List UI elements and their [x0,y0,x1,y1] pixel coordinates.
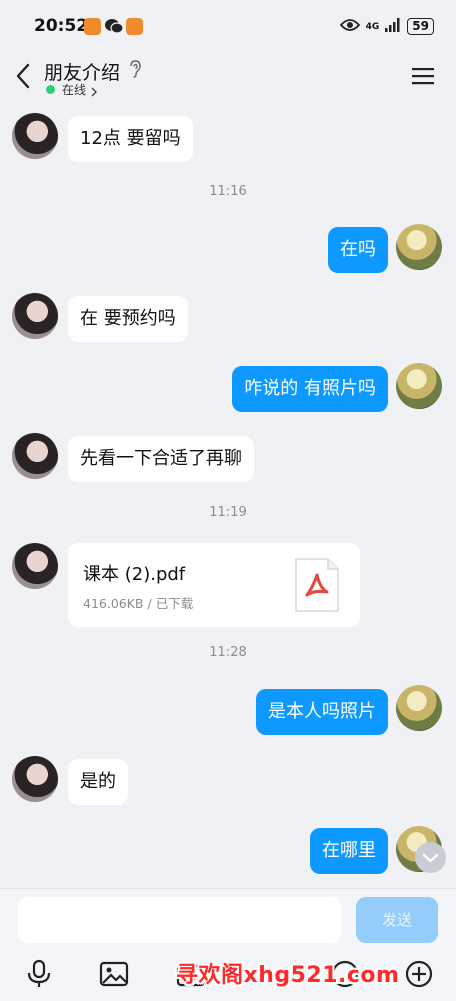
my-avatar[interactable] [396,224,442,270]
my-avatar[interactable] [396,685,442,731]
pdf-file-icon [294,557,340,613]
back-icon[interactable] [12,62,36,90]
signal-icon [385,17,401,36]
message-bubble-incoming[interactable]: 在 要预约吗 [68,296,188,342]
file-status: 已下载 [155,596,194,611]
online-status[interactable]: 在线 [62,81,86,98]
file-size: 416.06KB [83,596,144,611]
message-bubble-outgoing[interactable]: 咋说的 有照片吗 [232,366,388,412]
contact-avatar[interactable] [12,756,58,802]
contact-avatar[interactable] [12,433,58,479]
microphone-icon[interactable] [24,959,54,989]
contact-avatar[interactable] [12,543,58,589]
message-timestamp: 11:19 [209,505,247,520]
send-button[interactable]: 发送 [356,897,438,943]
message-input[interactable] [18,897,341,943]
message-timestamp: 11:28 [209,645,247,660]
notification-app-icon [84,18,101,35]
image-icon[interactable] [99,959,129,989]
scroll-down-button[interactable] [415,842,446,873]
file-name: 课本 (2).pdf [83,564,186,585]
chevron-down-icon [422,853,439,863]
status-time: 20:52 [34,16,89,36]
message-timestamp: 11:16 [209,184,247,199]
online-dot [46,85,55,94]
chat-header: 朋友介绍 在线 [0,52,456,104]
status-bar: 20:52 4G 59 [0,0,456,52]
watermark: 寻欢阁xhg521.com [176,963,400,988]
contact-avatar[interactable] [12,113,58,159]
contact-avatar[interactable] [12,293,58,339]
my-avatar[interactable] [396,363,442,409]
plus-icon[interactable] [404,959,434,989]
network-label: 4G [365,21,380,32]
eye-icon [339,17,360,36]
message-bubble-incoming[interactable]: 12点 要留吗 [68,116,193,162]
message-bubble-outgoing[interactable]: 是本人吗照片 [256,689,388,735]
message-bubble-incoming[interactable]: 先看一下合适了再聊 [68,436,254,482]
message-bubble-outgoing[interactable]: 在哪里 [310,828,388,874]
chevron-right-icon[interactable] [90,83,98,97]
battery-indicator: 59 [407,18,434,35]
message-bubble-incoming[interactable]: 是的 [68,759,128,805]
file-message-card[interactable]: 课本 (2).pdf 416.06KB / 已下载 [68,543,360,627]
menu-icon[interactable] [412,66,434,86]
message-bubble-outgoing[interactable]: 在吗 [328,227,388,273]
notification-app-icon-2 [126,18,143,35]
ear-icon [128,60,142,78]
file-meta: 416.06KB / 已下载 [83,596,194,611]
wechat-icon [104,17,124,39]
